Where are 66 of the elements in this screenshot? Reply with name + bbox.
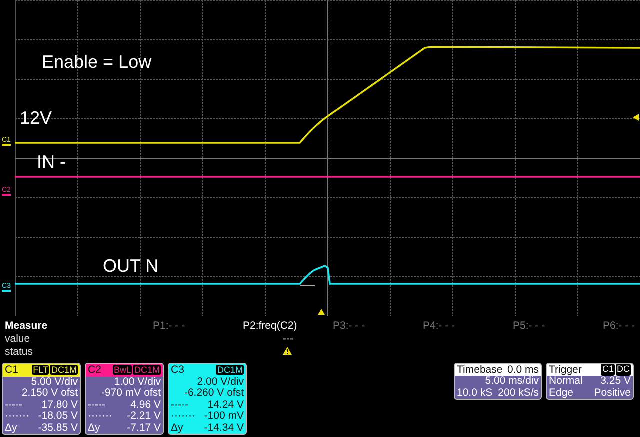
parameter-label[interactable]: P6:- - -	[603, 320, 640, 333]
cursor-value: -14.34 V	[204, 422, 244, 434]
trigger-tag: C1	[601, 364, 615, 376]
trigger-tag: DC	[616, 364, 631, 376]
channel-name: C3	[171, 364, 184, 376]
cursor-symbol: Δy	[88, 422, 100, 434]
cursor-value: -35.85 V	[38, 422, 78, 434]
cursor-value: 14.24 V	[208, 400, 244, 411]
trigger-level-icon	[633, 114, 639, 121]
measure-title: Measure	[5, 320, 49, 333]
cursor-symbol: Δy	[5, 422, 18, 434]
trace-label: 12V	[20, 108, 52, 129]
delay-value: 0.0 ms	[507, 364, 539, 376]
trace-label: IN -	[37, 152, 66, 173]
parameter-label[interactable]: P4:- - -	[423, 320, 513, 333]
trigger-panel[interactable]: Trigger C1 DC Normal 3.25 V Edge Positive	[546, 363, 634, 400]
cursor-symbol: ·······	[88, 411, 112, 422]
row-label: value	[5, 333, 32, 346]
samples-value: 10.0 kS	[457, 388, 493, 399]
trigger-type: Edge	[549, 388, 574, 399]
channel-tag: FLT	[32, 365, 50, 376]
parameter-value: ---	[282, 333, 294, 346]
cursor-symbol: -·-·-	[5, 400, 22, 411]
row-label: status	[5, 346, 34, 359]
channel-box[interactable]: C1 FLT DC1M 5.00 V/div 2.150 V ofst -·-·- 17.80 V ······· -18.05 V Δy -35.85 V	[2, 363, 81, 435]
offset-value: -970 mV ofst	[101, 388, 161, 400]
timebase-panel[interactable]: Timebase 0.0 ms 5.00 ms/div 10.0 kS 200 kS/s	[454, 363, 542, 400]
cursor-symbol: ·······	[171, 411, 196, 422]
channel-name: C1	[5, 364, 18, 376]
parameter-label[interactable]: P3:- - -	[333, 320, 423, 333]
channel-tag: DC1M	[50, 365, 78, 376]
trace-label: OUT N	[103, 256, 159, 277]
panel-title: Timebase	[457, 364, 503, 376]
parameter-label[interactable]: P1:- - -	[153, 320, 243, 333]
cursor-value: 17.80 V	[42, 400, 78, 411]
cursor-symbol: -·-·-	[171, 400, 188, 411]
channel-box[interactable]: C3 DC1M 2.00 V/div -6.260 V ofst -·-·- 14.24 V ······· -100 mV Δy -14.34 V	[168, 363, 247, 435]
timebase-value: 5.00 ms/div	[485, 376, 539, 388]
trigger-slope: Positive	[594, 388, 631, 399]
cursor-value: -2.21 V	[127, 411, 161, 422]
trigger-marker-icon	[318, 309, 325, 315]
cursor-value: -100 mV	[204, 411, 244, 422]
parameter-label[interactable]: P2:freq(C2)	[243, 320, 333, 333]
cursor-value: -18.05 V	[38, 411, 78, 422]
annotation-text: Enable = Low	[42, 52, 152, 73]
offset-value: 2.150 V ofst	[22, 388, 78, 400]
cursor-value: 4.96 V	[130, 400, 161, 411]
cursor-symbol: Δy	[171, 422, 184, 434]
channel-box[interactable]: C2 BwL DC1M 1.00 V/div -970 mV ofst -·-·- 4.96 V ······· -2.21 V Δy -7.17 V	[85, 363, 164, 435]
scale-value: 2.00 V/div	[197, 376, 244, 388]
panel-title: Trigger	[549, 364, 582, 376]
channel-tag: DC1M	[216, 365, 244, 376]
rate-value: 200 kS/s	[498, 388, 539, 399]
scale-value: 1.00 V/div	[114, 376, 161, 388]
trigger-mode: Normal	[549, 376, 583, 388]
cursor-symbol: ·······	[5, 411, 30, 422]
cursor-value: -7.17 V	[127, 422, 161, 434]
warning-icon	[283, 347, 292, 355]
channel-tag: DC1M	[133, 365, 161, 376]
parameter-label[interactable]: P5:- - -	[513, 320, 603, 333]
channel-name: C2	[88, 364, 102, 376]
scale-value: 5.00 V/div	[31, 376, 78, 388]
offset-value: -6.260 V ofst	[184, 388, 244, 400]
cursor-symbol: -·-·-	[88, 400, 106, 411]
trigger-level: 3.25 V	[600, 376, 631, 388]
channel-tag: BwL	[112, 365, 132, 376]
